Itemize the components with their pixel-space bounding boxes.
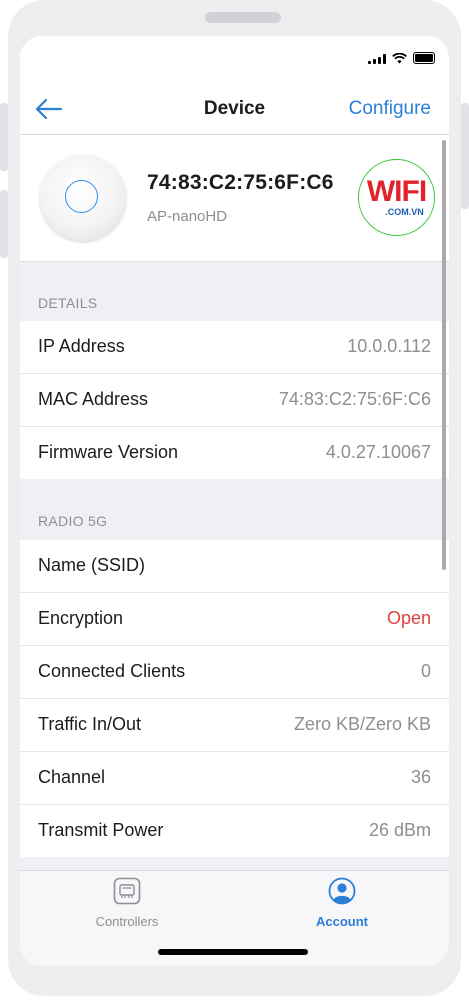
- watermark-text: WIFI: [366, 175, 427, 208]
- row-label: Transmit Power: [38, 820, 164, 840]
- home-indicator: [158, 949, 308, 955]
- radio-row-transmit-power: Transmit Power 26 dBm: [20, 805, 449, 857]
- row-value: Zero KB/Zero KB: [293, 714, 431, 734]
- row-label: MAC Address: [38, 389, 149, 409]
- row-label: Name (SSID): [38, 555, 146, 575]
- row-label: IP Address: [38, 336, 125, 356]
- row-label: Firmware Version: [38, 442, 179, 462]
- device-header: 74:83:C2:75:6F:C6 AP-nanoHD WIFI .COM.VN: [20, 135, 449, 262]
- status-bar: [20, 36, 449, 84]
- details-section-header: DETAILS: [38, 295, 98, 311]
- tab-label: Account: [316, 914, 368, 929]
- radio-row-ssid: Name (SSID): [20, 540, 449, 593]
- cellular-signal-icon: [368, 54, 386, 64]
- radio-row-channel: Channel 36: [20, 752, 449, 805]
- access-point-image: [40, 155, 126, 241]
- detail-row-ip-address: IP Address 10.0.0.112: [20, 321, 449, 374]
- detail-row-firmware-version: Firmware Version 4.0.27.10067: [20, 427, 449, 479]
- row-label: Connected Clients: [38, 661, 186, 681]
- row-value: 36: [410, 767, 431, 787]
- tab-controllers[interactable]: Controllers: [67, 877, 187, 929]
- row-value: 0: [420, 661, 431, 681]
- radio-group: Name (SSID) Encryption Open Connected Cl…: [20, 540, 449, 857]
- details-group: IP Address 10.0.0.112 MAC Address 74:83:…: [20, 321, 449, 479]
- row-value: 10.0.0.112: [347, 336, 431, 356]
- tab-bar: Controllers Account: [20, 870, 449, 966]
- navigation-bar: Device Configure: [20, 84, 449, 135]
- volume-up-button: [0, 103, 8, 171]
- row-value: 74:83:C2:75:6F:C6: [278, 389, 431, 409]
- watermark-logo: WIFI .COM.VN: [358, 159, 435, 236]
- row-value: 4.0.27.10067: [325, 442, 431, 462]
- row-label: Traffic In/Out: [38, 714, 142, 734]
- detail-row-mac-address: MAC Address 74:83:C2:75:6F:C6: [20, 374, 449, 427]
- scrollbar[interactable]: [442, 140, 446, 570]
- watermark-subtext: .COM.VN: [385, 207, 424, 217]
- controller-icon: [113, 877, 141, 905]
- volume-down-button: [0, 190, 8, 258]
- radio-row-traffic: Traffic In/Out Zero KB/Zero KB: [20, 699, 449, 752]
- status-icons: [368, 52, 435, 64]
- tab-account[interactable]: Account: [282, 877, 402, 929]
- screen: Device Configure 74:83:C2:75:6F:C6 AP-na…: [20, 36, 449, 966]
- wifi-signal-icon: [392, 53, 407, 64]
- account-icon: [328, 877, 356, 905]
- encryption-status: Open: [386, 608, 431, 628]
- row-label: Encryption: [38, 608, 124, 628]
- radio-row-connected-clients: Connected Clients 0: [20, 646, 449, 699]
- configure-button[interactable]: Configure: [349, 98, 431, 120]
- row-label: Channel: [38, 767, 106, 787]
- radio-row-encryption: Encryption Open: [20, 593, 449, 646]
- device-name: 74:83:C2:75:6F:C6: [147, 171, 334, 194]
- radio-section-header: RADIO 5G: [38, 513, 108, 529]
- device-model: AP-nanoHD: [147, 208, 228, 225]
- battery-icon: [413, 52, 435, 64]
- power-button: [461, 103, 469, 209]
- speaker-grille: [205, 12, 281, 23]
- led-ring-icon: [65, 180, 98, 213]
- tab-label: Controllers: [95, 914, 159, 929]
- row-value: 26 dBm: [368, 820, 431, 840]
